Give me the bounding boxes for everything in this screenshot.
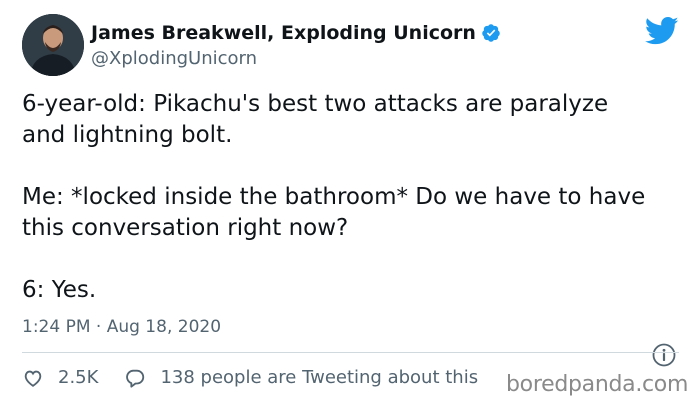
watermark: boredpanda.com [506,372,689,397]
info-icon[interactable] [651,342,677,368]
tweet-card: James Breakwell, Exploding Unicorn @Xplo… [0,0,700,406]
avatar[interactable] [22,14,84,76]
like-count: 2.5K [58,367,99,388]
tweet-actions: 2.5K 138 people are Tweeting about this [22,366,478,390]
twitter-bird-icon[interactable] [644,16,679,46]
reply-bubble-icon [126,369,145,388]
tweet-text: 6-year-old: Pikachu's best two attacks a… [22,91,646,303]
divider [22,352,679,353]
replies-text: 138 people are Tweeting about this [160,367,479,388]
heart-icon [24,370,42,387]
tweet-timestamp[interactable]: 1:24 PM · Aug 18, 2020 [22,316,221,338]
verified-badge-icon [481,23,501,43]
author-handle[interactable]: @XplodingUnicorn [91,47,257,71]
reply-button[interactable]: 138 people are Tweeting about this [124,366,478,390]
like-button[interactable]: 2.5K [22,366,124,390]
author-name[interactable]: James Breakwell, Exploding Unicorn [91,20,476,46]
author-name-row[interactable]: James Breakwell, Exploding Unicorn [91,20,501,46]
